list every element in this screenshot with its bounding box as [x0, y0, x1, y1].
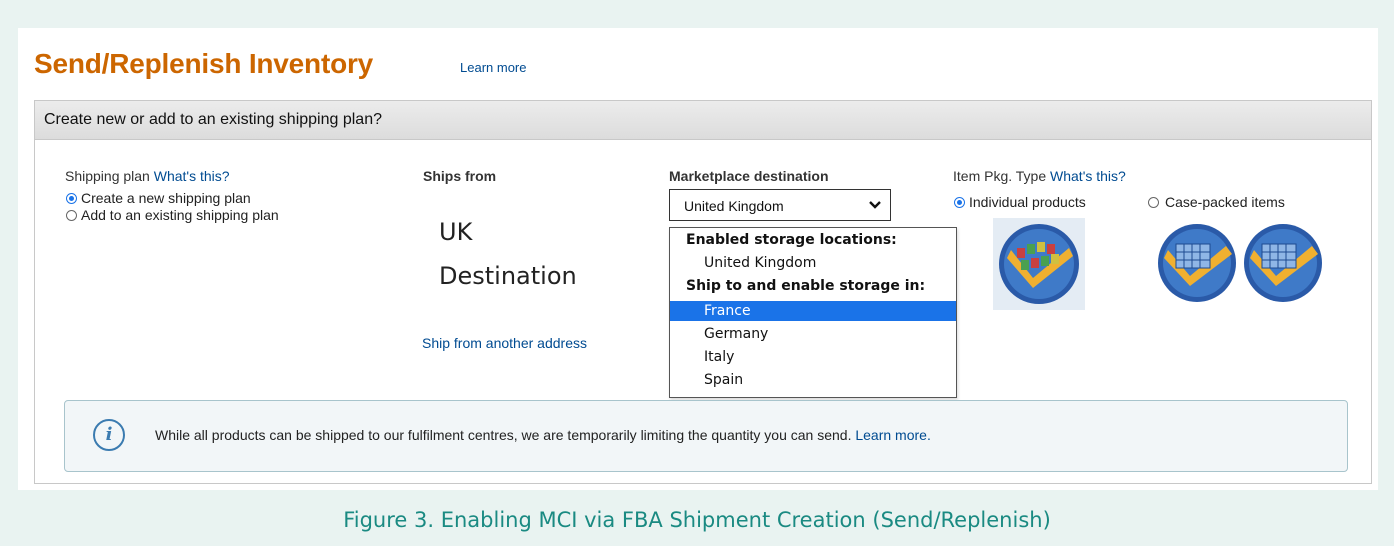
add-existing-plan-radio[interactable] [66, 209, 77, 221]
pkg-type-label: Item Pkg. Type [953, 168, 1047, 184]
marketplace-dropdown-list: Enabled storage locations: United Kingdo… [669, 227, 957, 398]
case-packed-radio[interactable] [1148, 196, 1159, 208]
info-notice-text: While all products can be shipped to our… [155, 427, 852, 443]
learn-more-link[interactable]: Learn more [460, 60, 526, 75]
ships-from-label: Ships from [423, 168, 497, 184]
dropdown-option-spain[interactable]: Spain [670, 370, 956, 390]
case-packed-option[interactable]: Case-packed items [1148, 194, 1285, 210]
add-existing-plan-label: Add to an existing shipping plan [81, 207, 279, 223]
create-new-plan-option[interactable]: Create a new shipping plan [66, 190, 251, 206]
dropdown-option-france[interactable]: France [670, 301, 956, 321]
individual-products-label: Individual products [969, 194, 1086, 210]
shipping-plan-label-row: Shipping plan What's this? [65, 168, 230, 184]
section-title: Create new or add to an existing shippin… [44, 111, 382, 128]
dropdown-option-italy[interactable]: Italy [670, 347, 956, 367]
info-icon: i [93, 419, 125, 451]
create-new-plan-radio[interactable] [66, 192, 77, 204]
figure-caption: Figure 3. Enabling MCI via FBA Shipment … [343, 508, 1051, 532]
marketplace-destination-select[interactable]: United Kingdom [669, 189, 891, 221]
dropdown-option-germany[interactable]: Germany [670, 324, 956, 344]
dropdown-option-united-kingdom[interactable]: United Kingdom [670, 253, 956, 273]
create-new-plan-label: Create a new shipping plan [81, 190, 251, 206]
enabled-storage-header: Enabled storage locations: [686, 232, 897, 248]
info-notice-learn-more-link[interactable]: Learn more. [855, 427, 930, 443]
case-packed-label: Case-packed items [1165, 194, 1285, 210]
shipping-plan-whats-this-link[interactable]: What's this? [154, 168, 230, 184]
pkg-type-whats-this-link[interactable]: What's this? [1050, 168, 1126, 184]
chevron-down-icon [869, 201, 881, 209]
marketplace-selected-value: United Kingdom [684, 198, 784, 214]
info-notice: i While all products can be shipped to o… [64, 400, 1348, 472]
individual-products-option[interactable]: Individual products [954, 194, 1086, 210]
page-title: Send/Replenish Inventory [34, 48, 374, 79]
ship-to-header: Ship to and enable storage in: [686, 278, 926, 294]
marketplace-destination-label: Marketplace destination [669, 168, 829, 184]
ships-from-address-line1: UK [439, 218, 473, 246]
case-packed-box-icon-2[interactable] [1242, 222, 1324, 304]
shipping-plan-label: Shipping plan [65, 168, 150, 184]
ship-from-another-address-link[interactable]: Ship from another address [422, 335, 587, 351]
section-header: Create new or add to an existing shippin… [35, 101, 1371, 140]
pkg-type-label-row: Item Pkg. Type What's this? [953, 168, 1126, 184]
add-existing-plan-option[interactable]: Add to an existing shipping plan [66, 207, 279, 223]
main-panel: Send/Replenish Inventory Learn more Crea… [18, 28, 1378, 490]
ships-from-address-line2: Destination [439, 262, 577, 290]
individual-products-box-icon[interactable] [993, 218, 1085, 310]
info-notice-text-row: While all products can be shipped to our… [155, 427, 931, 443]
individual-products-radio[interactable] [954, 196, 965, 208]
case-packed-box-icon[interactable] [1156, 222, 1238, 304]
